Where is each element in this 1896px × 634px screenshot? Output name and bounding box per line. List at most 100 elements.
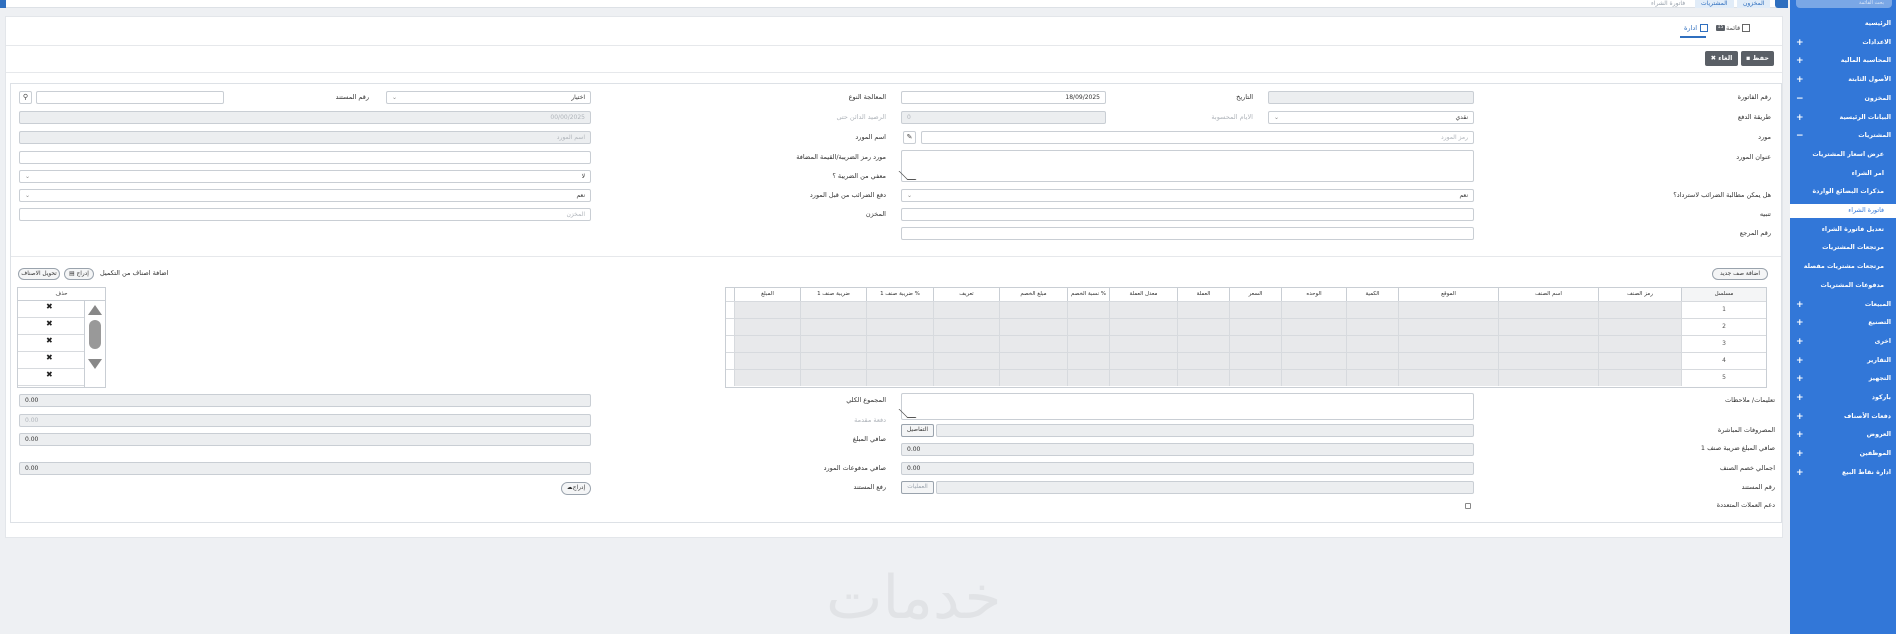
sidebar-item[interactable]: مدفوعات المشتريات [1821, 279, 1885, 293]
table-cell[interactable] [1067, 336, 1109, 352]
table-cell[interactable] [866, 370, 933, 386]
tax-reclaim-select[interactable]: ⌄ نعم [901, 189, 1474, 202]
sidebar-item[interactable]: الرئيسية [1865, 17, 1891, 31]
table-cell[interactable] [800, 353, 866, 369]
table-cell[interactable] [999, 370, 1067, 386]
table-cell[interactable] [1177, 319, 1229, 335]
sidebar-item[interactable]: ادارة نقاط البيع [1842, 466, 1891, 480]
table-cell[interactable] [1346, 336, 1398, 352]
sidebar-item[interactable]: دفعات الأصناف [1844, 410, 1891, 424]
table-cell[interactable] [1281, 353, 1346, 369]
table-cell[interactable] [866, 302, 933, 318]
add-row-button[interactable]: اضافة صف جديد [1712, 268, 1768, 280]
table-cell[interactable] [1177, 353, 1229, 369]
supplier-code-field[interactable]: رمز المورد [921, 131, 1474, 144]
expand-icon[interactable]: + [1796, 391, 1804, 405]
sidebar-search[interactable]: بحث القائمة [1796, 0, 1892, 8]
tab-manage-icon[interactable] [1700, 21, 1708, 35]
expand-icon[interactable]: + [1796, 298, 1804, 312]
table-cell[interactable] [933, 319, 999, 335]
tax-paid-select[interactable]: ⌄ نعم [19, 189, 591, 202]
sidebar-item[interactable]: التصنيع [1868, 316, 1891, 330]
scrollbar[interactable] [84, 301, 105, 387]
breadcrumb-inventory[interactable]: المخزون [1737, 0, 1771, 8]
sidebar-item[interactable]: الاعدادات [1862, 36, 1891, 50]
supplier-tax-field[interactable] [19, 151, 591, 164]
table-cell[interactable] [1498, 336, 1598, 352]
sidebar-item[interactable]: الأصول الثابتة [1848, 73, 1891, 87]
table-cell[interactable] [999, 336, 1067, 352]
table-cell[interactable] [1498, 353, 1598, 369]
table-cell[interactable] [734, 353, 800, 369]
scroll-down-icon[interactable] [88, 359, 102, 369]
table-cell[interactable] [1177, 370, 1229, 386]
table-cell[interactable] [1067, 370, 1109, 386]
table-cell[interactable] [933, 370, 999, 386]
search-button[interactable]: ⚲ [19, 91, 32, 104]
table-cell[interactable] [1281, 370, 1346, 386]
sidebar-item[interactable]: البيانات الرئيسية [1840, 111, 1891, 125]
table-cell[interactable] [1346, 302, 1398, 318]
breadcrumb-invoice[interactable]: فاتورة الشراء [1645, 0, 1691, 8]
delete-row-icon[interactable]: ✖ [46, 370, 53, 379]
expand-icon[interactable]: + [1796, 335, 1804, 349]
ref-no-field[interactable] [901, 227, 1474, 240]
sidebar-item[interactable]: المبيعات [1865, 298, 1891, 312]
sidebar-item[interactable]: امر الشراء [1852, 167, 1884, 181]
table-cell[interactable] [1177, 302, 1229, 318]
table-cell[interactable] [1109, 353, 1177, 369]
table-cell[interactable] [800, 302, 866, 318]
table-cell[interactable] [1229, 319, 1281, 335]
table-cell[interactable] [1229, 353, 1281, 369]
table-cell[interactable] [1281, 319, 1346, 335]
table-cell[interactable] [1067, 302, 1109, 318]
table-cell[interactable] [1398, 353, 1498, 369]
home-icon[interactable] [1775, 0, 1788, 8]
sidebar-item[interactable]: عرض اسعار المشتريات [1812, 148, 1884, 162]
sidebar-item[interactable]: المحاسبة المالية [1841, 54, 1891, 68]
table-cell[interactable] [1281, 302, 1346, 318]
tab-list[interactable] [1740, 21, 1750, 35]
table-cell[interactable] [866, 319, 933, 335]
sidebar-item[interactable]: التجهيز [1869, 372, 1891, 386]
multi-currency-checkbox[interactable] [1465, 503, 1471, 509]
table-cell[interactable] [933, 302, 999, 318]
table-cell[interactable] [734, 319, 800, 335]
doc-no-field[interactable] [36, 91, 224, 104]
sidebar-item[interactable]: المشتريات [1858, 129, 1891, 143]
expand-icon[interactable]: + [1796, 372, 1804, 386]
expand-icon[interactable]: + [1796, 111, 1804, 125]
table-cell[interactable] [1229, 336, 1281, 352]
sidebar-item[interactable]: تعديل فاتورة الشراء [1822, 223, 1884, 237]
sidebar-item-active[interactable]: فاتورة الشراء [1790, 204, 1896, 218]
date-field[interactable]: 18/09/2025 [901, 91, 1106, 104]
sidebar-item[interactable]: باركود [1872, 391, 1891, 405]
scroll-thumb[interactable] [89, 320, 101, 349]
expand-icon[interactable]: + [1796, 466, 1804, 480]
table-cell[interactable] [1398, 319, 1498, 335]
upload-button[interactable]: ☁إدراج [561, 482, 591, 495]
table-cell[interactable] [1281, 336, 1346, 352]
sidebar-item[interactable]: الموظفين [1860, 447, 1891, 461]
breadcrumb-purchases[interactable]: المشتريات [1695, 0, 1734, 8]
table-cell[interactable] [1498, 319, 1598, 335]
delete-row-icon[interactable]: ✖ [46, 319, 53, 328]
cancel-button[interactable]: ✖ الغاء [1705, 51, 1738, 66]
sidebar-item[interactable]: المخزون [1865, 92, 1892, 106]
operations-button[interactable]: العمليات [901, 481, 934, 494]
sidebar-item[interactable]: التقارير [1867, 354, 1891, 368]
table-cell[interactable] [800, 370, 866, 386]
table-cell[interactable] [933, 353, 999, 369]
table-cell[interactable] [999, 302, 1067, 318]
expand-icon[interactable]: + [1796, 447, 1804, 461]
sidebar-item[interactable]: مرتجعات المشتريات [1822, 241, 1884, 255]
sidebar-item[interactable]: اخرى [1875, 335, 1891, 349]
table-cell[interactable] [1229, 302, 1281, 318]
table-cell[interactable] [1067, 353, 1109, 369]
scroll-up-icon[interactable] [88, 305, 102, 315]
supplier-address-textarea[interactable] [898, 150, 1474, 182]
sidebar-item[interactable]: العروض [1867, 428, 1891, 442]
type-select[interactable]: ⌄ اختيار [386, 91, 591, 104]
expand-icon[interactable]: + [1796, 316, 1804, 330]
table-cell[interactable] [800, 336, 866, 352]
